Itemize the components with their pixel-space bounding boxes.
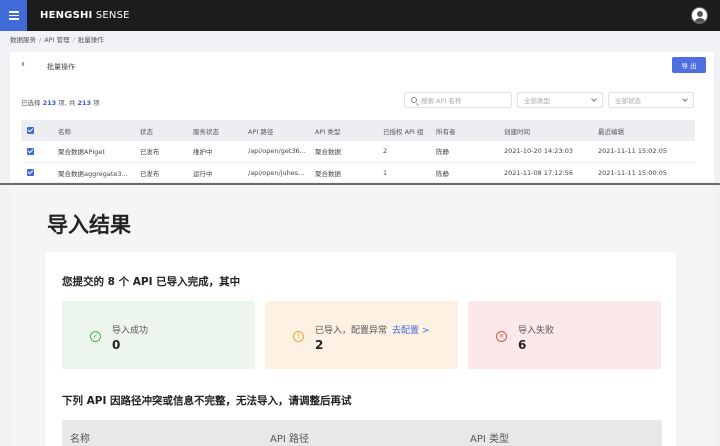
result-summary: 您提交的 8 个 API 已导入完成，其中 xyxy=(62,276,241,288)
column-header: API 类型 xyxy=(470,434,509,445)
breadcrumb-item: 批量操作 xyxy=(77,36,104,44)
cell-edited: 2021-11-11 15:02:05 xyxy=(592,141,695,163)
failed-count: 6 xyxy=(518,338,527,352)
cell-created: 2021-11-08 17:12:56 xyxy=(498,162,592,184)
column-header[interactable]: 已授权 API 组 xyxy=(377,120,430,141)
cell-groups: 2 xyxy=(377,141,430,163)
column-header: API 路径 xyxy=(270,434,309,445)
check-circle-icon: ✓ xyxy=(90,331,101,342)
page-title: 批量操作 xyxy=(47,63,75,71)
failed-list-title: 下列 API 因路径冲突或信息不完整，无法导入，请调整后再试 xyxy=(62,395,352,407)
row-checkbox[interactable] xyxy=(27,169,34,176)
cell-type: 聚合数据 xyxy=(309,162,377,184)
column-header: 名称 xyxy=(70,434,90,445)
column-header[interactable]: 创建时间 xyxy=(498,120,592,141)
cell-groups: 1 xyxy=(377,162,430,184)
cell-path: /api/open/juhes... xyxy=(242,162,309,184)
breadcrumb-item[interactable]: API 管理 xyxy=(44,36,69,44)
column-header[interactable]: 服务状态 xyxy=(187,120,242,141)
column-header[interactable]: 所有者 xyxy=(430,120,498,141)
breadcrumb-item[interactable]: 数据服务 xyxy=(10,36,36,44)
table-row[interactable]: 聚合数据aggregate3... 已发布 运行中 /api/open/juhe… xyxy=(21,162,695,184)
failed-table-header: 名称 API 路径 API 类型 xyxy=(62,420,662,446)
import-result-section: 导入结果 您提交的 8 个 API 已导入完成，其中 ✓ 导入成功 0 ! 已导… xyxy=(10,185,714,446)
result-panel: 您提交的 8 个 API 已导入完成，其中 ✓ 导入成功 0 ! 已导入，配置异… xyxy=(46,252,676,446)
column-header[interactable]: 最近编辑 xyxy=(592,120,695,141)
stat-failed: × 导入失败 6 xyxy=(468,301,661,369)
batch-operation-card: ‹ 批量操作 导 出 已选择 213 项, 共 213 项 搜索 API 名称 … xyxy=(10,52,714,184)
back-arrow-icon[interactable]: ‹ xyxy=(21,59,25,70)
success-count: 0 xyxy=(112,338,121,352)
cell-name: 聚合数据aggregate3... xyxy=(52,162,134,184)
cell-type: 聚合数据 xyxy=(309,141,377,163)
result-title: 导入结果 xyxy=(47,213,131,237)
cell-edited: 2021-11-11 15:00:05 xyxy=(592,162,695,184)
stat-success: ✓ 导入成功 0 xyxy=(62,301,255,369)
export-button[interactable]: 导 出 xyxy=(672,57,706,73)
warning-count: 2 xyxy=(315,338,324,352)
cell-service-status: 运行中 xyxy=(187,162,242,184)
chevron-down-icon xyxy=(682,96,688,102)
type-select[interactable]: 全部类型 xyxy=(517,92,603,108)
column-header[interactable]: API 路径 xyxy=(242,120,309,141)
search-input[interactable]: 搜索 API 名称 xyxy=(404,92,512,108)
search-icon xyxy=(411,97,417,103)
top-bar: HENGSHI SENSE xyxy=(0,0,720,31)
cell-status: 已发布 xyxy=(134,162,187,184)
row-checkbox[interactable] xyxy=(27,147,34,155)
warning-circle-icon: ! xyxy=(293,331,304,342)
chevron-down-icon xyxy=(591,96,597,102)
column-header[interactable]: API 类型 xyxy=(309,120,377,141)
selection-count: 已选择 213 项, 共 213 项 xyxy=(21,99,100,107)
breadcrumb: 数据服务 / API 管理 / 批量操作 xyxy=(10,36,104,44)
configure-link[interactable]: 去配置 > xyxy=(392,326,429,336)
status-select[interactable]: 全部状态 xyxy=(608,92,694,108)
table-header-row: 名称 状态 服务状态 API 路径 API 类型 已授权 API 组 所有者 创… xyxy=(21,120,695,141)
api-table: 名称 状态 服务状态 API 路径 API 类型 已授权 API 组 所有者 创… xyxy=(21,120,695,184)
cell-owner: 陈静 xyxy=(430,162,498,184)
close-circle-icon: × xyxy=(496,331,507,342)
cell-status: 已发布 xyxy=(134,141,187,163)
cell-service-status: 维护中 xyxy=(187,141,242,163)
app-logo: HENGSHI SENSE xyxy=(40,10,130,21)
cell-name: 聚合数据APIget xyxy=(52,141,134,163)
table-row[interactable]: 聚合数据APIget 已发布 维护中 /api/open/get36... 聚合… xyxy=(21,141,695,163)
hamburger-menu-icon[interactable] xyxy=(0,0,27,31)
column-header[interactable]: 状态 xyxy=(134,120,187,141)
cell-owner: 陈静 xyxy=(430,141,498,163)
column-header[interactable]: 名称 xyxy=(52,120,134,141)
cell-path: /api/open/get36... xyxy=(242,141,309,163)
cell-created: 2021-10-20 14:23:03 xyxy=(498,141,592,163)
select-all-checkbox[interactable] xyxy=(27,127,34,134)
stat-warning: ! 已导入，配置异常 去配置 > 2 xyxy=(265,301,458,369)
user-avatar[interactable] xyxy=(691,7,708,24)
